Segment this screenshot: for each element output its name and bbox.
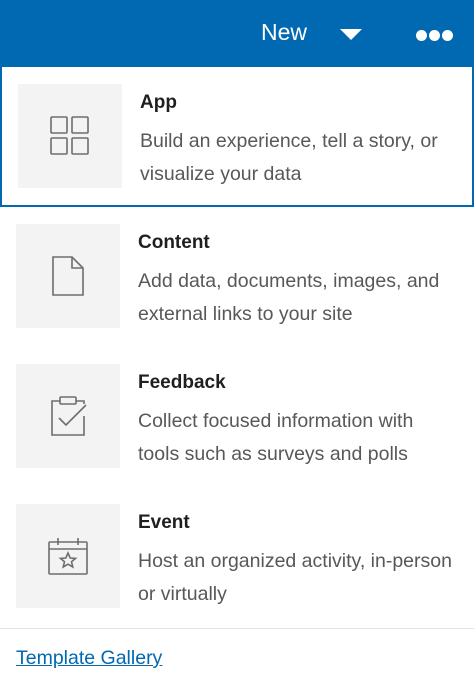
menu-item-title: App [140,92,177,113]
menu-item-title: Content [138,232,210,253]
footer-divider [0,628,474,629]
clipboard-check-icon [51,396,87,436]
menu-item-feedback[interactable]: Feedback Collect focused information wit… [0,347,474,487]
template-gallery-link[interactable]: Template Gallery [16,646,162,670]
caret-down-icon[interactable] [340,29,362,40]
calendar-star-icon [48,538,88,575]
menu-item-content[interactable]: Content Add data, documents, images, and… [0,207,474,347]
content-icon-tile [16,224,120,328]
new-button-label[interactable]: New [261,18,307,46]
menu-item-description: Host an organized activity, in-person or… [138,550,452,605]
app-icon-tile [18,84,122,188]
feedback-icon-tile [16,364,120,468]
event-icon-tile [16,504,120,608]
menu-item-app[interactable]: App Build an experience, tell a story, o… [0,67,474,207]
menu-item-description: Collect focused information with tools s… [138,410,414,465]
document-icon [52,256,84,296]
menu-item-title: Feedback [138,372,226,393]
menu-item-description: Build an experience, tell a story, or vi… [140,130,438,185]
menu-item-event[interactable]: Event Host an organized activity, in-per… [0,487,474,627]
menu-item-title: Event [138,512,190,533]
top-bar: New [0,0,474,67]
menu-item-description: Add data, documents, images, and externa… [138,270,440,325]
grid-icon [50,116,89,155]
ellipsis-icon[interactable] [414,28,454,44]
